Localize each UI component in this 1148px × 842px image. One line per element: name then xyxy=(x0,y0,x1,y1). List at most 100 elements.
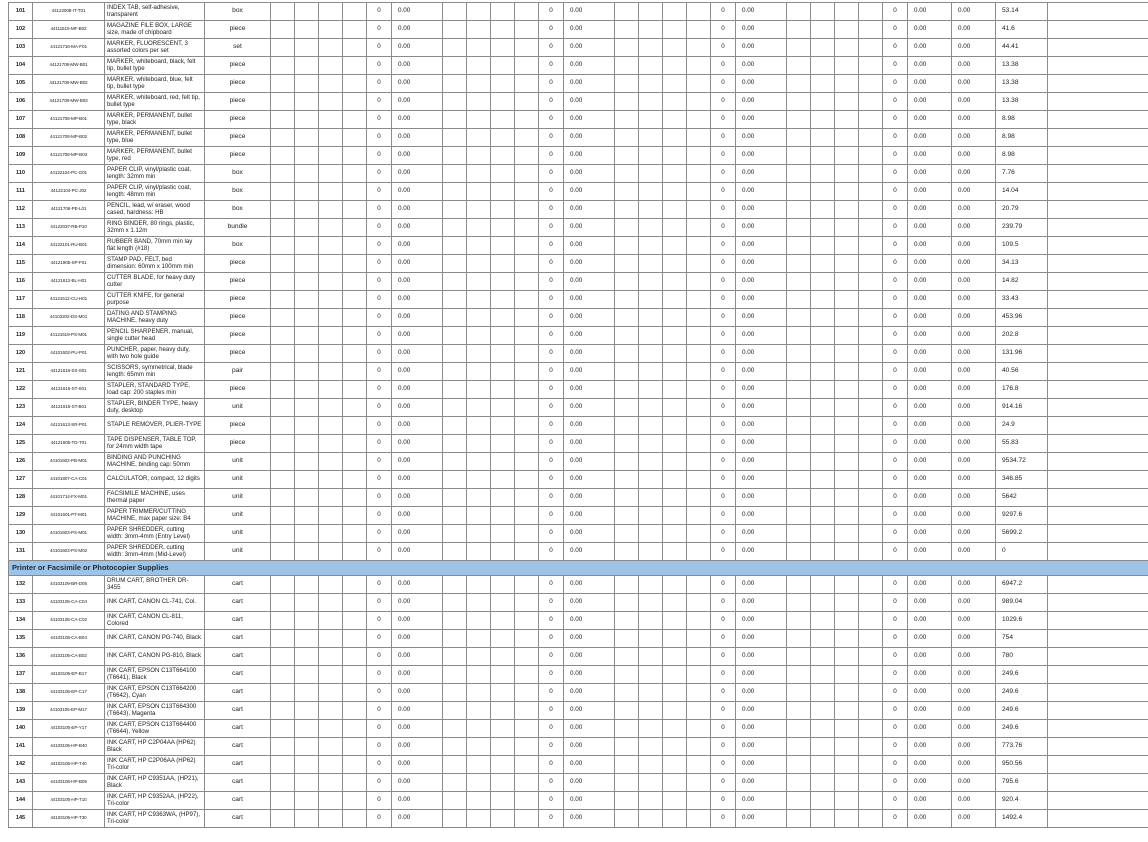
q1-quantity: 0 xyxy=(366,128,392,147)
blank-cell xyxy=(662,737,687,756)
line-total: 0.00 xyxy=(1047,56,1148,75)
q1-amount: 0.00 xyxy=(391,92,443,111)
blank-cell xyxy=(294,380,319,399)
q1-amount: 0.00 xyxy=(391,398,443,417)
item-description: MARKER, whiteboard, red, felt tip, bulle… xyxy=(104,92,205,111)
item-unit: unit xyxy=(204,452,271,471)
blank-cell xyxy=(858,110,883,129)
blank-cell xyxy=(294,488,319,507)
item-number: 130 xyxy=(8,524,33,543)
q3-amount: 0.00 xyxy=(735,611,787,630)
item-number: 119 xyxy=(8,326,33,345)
blank-cell xyxy=(342,380,367,399)
blank-cell xyxy=(514,290,539,309)
q4-amount: 0.00 xyxy=(907,737,952,756)
line-total: 0.00 xyxy=(1047,218,1148,237)
blank-cell xyxy=(514,20,539,39)
q3-quantity: 0 xyxy=(710,506,736,525)
blank-cell xyxy=(342,470,367,489)
q4-amount-total: 0.00 xyxy=(951,254,996,273)
q2-amount: 0.00 xyxy=(563,362,615,381)
q2-amount: 0.00 xyxy=(563,575,615,594)
blank-cell xyxy=(686,611,711,630)
item-unit: box xyxy=(204,200,271,219)
q3-amount: 0.00 xyxy=(735,128,787,147)
q2-amount: 0.00 xyxy=(563,647,615,666)
blank-cell xyxy=(638,542,663,561)
q4-quantity: 0 xyxy=(882,470,908,489)
blank-cell xyxy=(686,809,711,828)
blank-cell xyxy=(786,524,811,543)
blank-cell xyxy=(834,2,859,21)
item-code: 44103105-HP-B40 xyxy=(32,737,105,756)
blank-cell xyxy=(834,755,859,774)
q4-amount-total: 0.00 xyxy=(951,719,996,738)
blank-cell xyxy=(270,74,295,93)
blank-cell xyxy=(810,506,835,525)
item-number: 109 xyxy=(8,146,33,165)
item-code: 44121605-TD-T01 xyxy=(32,434,105,453)
blank-cell xyxy=(638,272,663,291)
q1-amount: 0.00 xyxy=(391,56,443,75)
item-description: DRUM CART, BROTHER DR-3455 xyxy=(104,575,205,594)
blank-cell xyxy=(342,542,367,561)
table-row: 125 44121605-TD-T01 TAPE DISPENSER, TABLE … xyxy=(8,434,1148,453)
item-number: 103 xyxy=(8,38,33,57)
item-unit: piece xyxy=(204,290,271,309)
blank-cell xyxy=(614,488,639,507)
blank-cell xyxy=(490,110,515,129)
blank-cell xyxy=(294,92,319,111)
q1-amount: 0.00 xyxy=(391,683,443,702)
blank-cell xyxy=(662,380,687,399)
blank-cell xyxy=(834,38,859,57)
item-unit: box xyxy=(204,182,271,201)
line-total: 0.00 xyxy=(1047,524,1148,543)
item-unit: box xyxy=(204,164,271,183)
section-heading: Printer or Facsimile or Photocopier Supp… xyxy=(8,560,1148,576)
q4-amount: 0.00 xyxy=(907,416,952,435)
blank-cell xyxy=(686,647,711,666)
q4-amount: 0.00 xyxy=(907,647,952,666)
item-code: 44122008-IT-T01 xyxy=(32,2,105,21)
q4-amount: 0.00 xyxy=(907,809,952,828)
q1-quantity: 0 xyxy=(366,755,392,774)
line-total: 0.00 xyxy=(1047,128,1148,147)
blank-cell xyxy=(810,164,835,183)
blank-cell xyxy=(858,344,883,363)
blank-cell xyxy=(614,452,639,471)
line-total: 0.00 xyxy=(1047,416,1148,435)
blank-cell xyxy=(294,542,319,561)
q3-amount: 0.00 xyxy=(735,164,787,183)
unit-price: 9534.72 xyxy=(995,452,1048,471)
q2-quantity: 0 xyxy=(538,164,564,183)
blank-cell xyxy=(686,218,711,237)
q4-amount: 0.00 xyxy=(907,92,952,111)
blank-cell xyxy=(294,254,319,273)
blank-cell xyxy=(614,326,639,345)
item-code: 44103105-HP-B09 xyxy=(32,773,105,792)
blank-cell xyxy=(514,38,539,57)
blank-cell xyxy=(490,647,515,666)
blank-cell xyxy=(270,647,295,666)
blank-cell xyxy=(614,164,639,183)
q2-quantity: 0 xyxy=(538,128,564,147)
q4-amount-total: 0.00 xyxy=(951,452,996,471)
blank-cell xyxy=(514,524,539,543)
unit-price: 453.96 xyxy=(995,308,1048,327)
q4-amount: 0.00 xyxy=(907,344,952,363)
item-code: 44122104-PC-G01 xyxy=(32,164,105,183)
item-code: 44122101-RU-B01 xyxy=(32,236,105,255)
table-row: 145 44103105-HP-T30 INK CART, HP C9363WA, … xyxy=(8,809,1148,828)
line-total: 0.00 xyxy=(1047,773,1148,792)
blank-cell xyxy=(834,20,859,39)
item-unit: piece xyxy=(204,344,271,363)
blank-cell xyxy=(466,647,491,666)
blank-cell xyxy=(638,128,663,147)
blank-cell xyxy=(686,236,711,255)
item-description: STAMP PAD, FELT, bed dimension: 60mm x 1… xyxy=(104,254,205,273)
blank-cell xyxy=(442,326,467,345)
blank-cell xyxy=(834,110,859,129)
unit-price: 9297.6 xyxy=(995,506,1048,525)
blank-cell xyxy=(490,146,515,165)
q4-amount: 0.00 xyxy=(907,380,952,399)
